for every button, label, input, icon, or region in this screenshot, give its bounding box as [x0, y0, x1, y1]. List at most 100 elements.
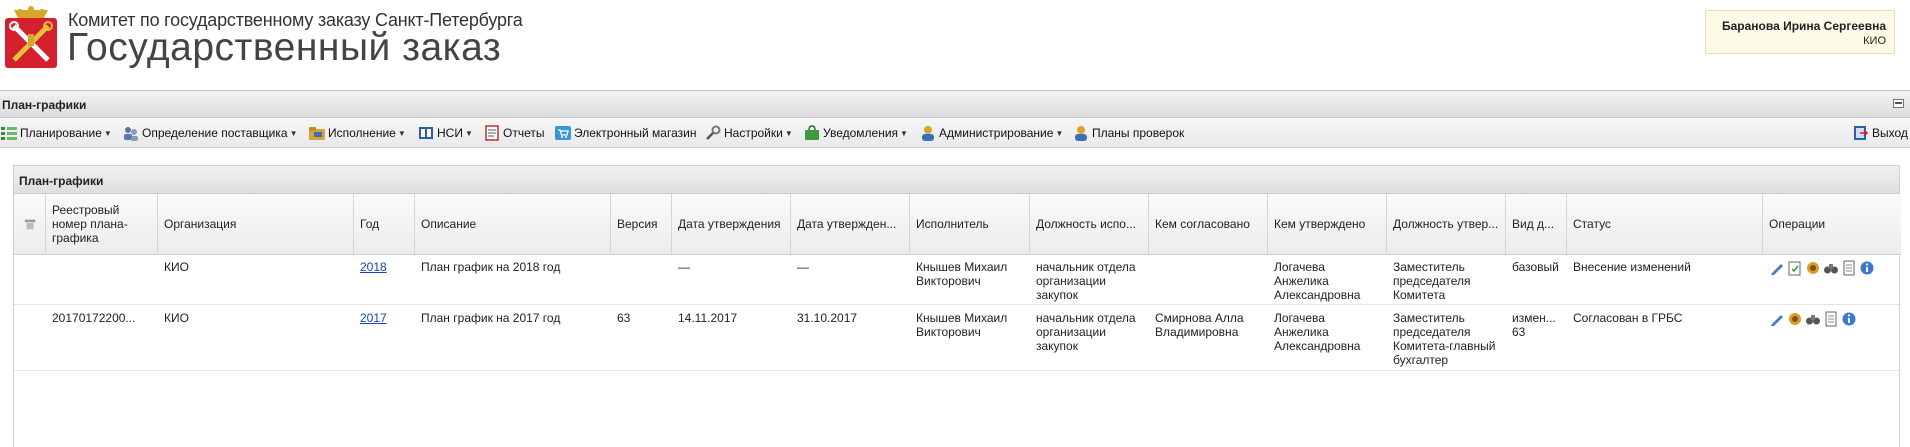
col-header-approval-date[interactable]: Дата утверждения [672, 194, 791, 254]
col-header-doc-type[interactable]: Вид д... [1506, 194, 1567, 254]
exit-door-icon [1854, 126, 1869, 140]
user-icon [922, 126, 934, 141]
menu-nsi-label: НСИ [437, 126, 463, 140]
cell-agreed-by: Смирнова Алла Владимировна [1155, 311, 1244, 339]
menu-supplier[interactable]: Определение поставщика ▼ [123, 123, 297, 143]
cell-doc-type: измен... 63 [1512, 311, 1556, 339]
menu-settings[interactable]: Настройки ▼ [705, 123, 793, 143]
execution-folder-icon [309, 127, 325, 140]
document-icon[interactable] [1841, 260, 1857, 276]
cell-description: План график на 2018 год [421, 260, 561, 274]
cell-year: 2017 [354, 305, 415, 370]
cell-executor-position: начальник отдела организации закупок [1036, 311, 1136, 353]
spb-coat-of-arms-icon [5, 6, 57, 68]
col-header-year[interactable]: Год [354, 194, 415, 254]
menu-execution[interactable]: Исполнение ▼ [309, 123, 406, 143]
shop-cart-icon [555, 126, 571, 140]
edit-pencil-icon[interactable] [1769, 311, 1785, 327]
chevron-down-icon: ▼ [289, 128, 298, 138]
col-header-agreed-by[interactable]: Кем согласовано [1149, 194, 1268, 254]
table-row[interactable]: КИО 2018 План график на 2018 год — — Кны… [14, 254, 1901, 305]
emblem-icon[interactable] [1787, 311, 1803, 327]
binoculars-icon[interactable] [1823, 260, 1839, 276]
menu-execution-label: Исполнение [328, 126, 396, 140]
cell-reg-number: 20170172200... [52, 311, 136, 325]
menu-reports-label: Отчеты [503, 126, 545, 140]
user-name: Баранова Ирина Сергеевна [1721, 19, 1886, 33]
app-title: Государственный заказ [67, 26, 502, 69]
menu-nsi[interactable]: НСИ ▼ [418, 123, 473, 143]
cell-version: 63 [617, 311, 631, 325]
document-check-icon[interactable] [1787, 260, 1803, 276]
col-header-executor[interactable]: Исполнитель [910, 194, 1030, 254]
menu-reports[interactable]: Отчеты [484, 123, 544, 143]
main-menu-toolbar: Планирование ▼ Определение поставщика ▼ Ис… [0, 118, 1910, 148]
cell-status: Внесение изменений [1573, 260, 1691, 274]
table-row[interactable]: 20170172200... КИО 2017 План график на 2… [14, 305, 1901, 371]
cell-approver-position: Заместитель председателя Комитета [1393, 260, 1471, 302]
cell-version [611, 254, 672, 304]
col-header-approver-position[interactable]: Должность утвер... [1387, 194, 1506, 254]
app-header: Комитет по государственному заказу Санкт… [0, 0, 1910, 88]
binoculars-icon[interactable] [1805, 311, 1821, 327]
cell-reg-number [46, 254, 158, 304]
cell-approved-by: Логачева Анжелика Александровна [1274, 260, 1361, 302]
col-header-description[interactable]: Описание [415, 194, 611, 254]
menu-eshop-label: Электронный магазин [574, 126, 697, 140]
menu-planning[interactable]: Планирование ▼ [1, 123, 112, 143]
menu-inspections[interactable]: Планы проверок [1073, 123, 1184, 143]
cell-year: 2018 [354, 254, 415, 304]
menu-admin-label: Администрирование [939, 126, 1054, 140]
col-header-version[interactable]: Версия [611, 194, 672, 254]
edit-pencil-icon[interactable] [1769, 260, 1785, 276]
col-header-status[interactable]: Статус [1567, 194, 1763, 254]
cell-executor: Кнышев Михаил Викторович [916, 260, 1008, 288]
supplier-people-icon [124, 127, 138, 141]
notification-bag-icon [805, 125, 819, 140]
menu-eshop[interactable]: Электронный магазин [555, 123, 696, 143]
grid-settings-cell[interactable] [14, 194, 46, 254]
menu-notifications-label: Уведомления [823, 126, 899, 140]
menu-inspections-label: Планы проверок [1092, 126, 1185, 140]
grid-title: План-графики [19, 174, 104, 188]
cell-operations [1763, 305, 1901, 370]
col-header-reg-number[interactable]: Реестровый номер плана-графика [46, 194, 158, 254]
document-icon[interactable] [1823, 311, 1839, 327]
cell-organization: КИО [164, 311, 189, 325]
cell-description: План график на 2017 год [421, 311, 561, 325]
emblem-icon[interactable] [1805, 260, 1821, 276]
cell-approver-position: Заместитель председателя Комитета-главны… [1393, 311, 1496, 367]
column-settings-icon [24, 219, 35, 230]
col-header-organization[interactable]: Организация [158, 194, 354, 254]
year-link[interactable]: 2018 [360, 260, 387, 274]
report-icon [485, 125, 499, 141]
col-header-approved-by[interactable]: Кем утверждено [1268, 194, 1387, 254]
cell-approval-date: 14.11.2017 [678, 311, 738, 325]
user-icon [1075, 126, 1087, 141]
year-link[interactable]: 2017 [360, 311, 387, 325]
info-icon[interactable] [1841, 311, 1857, 327]
col-header-approval-date-2[interactable]: Дата утвержден... [791, 194, 910, 254]
menu-admin[interactable]: Администрирование ▼ [920, 123, 1063, 143]
cell-executor: Кнышев Михаил Викторович [916, 311, 1008, 339]
grid-header-row: Реестровый номер плана-графика Организац… [14, 194, 1901, 255]
plan-schedules-panel: План-графики Реестровый номер плана-граф… [13, 165, 1901, 447]
cell-approval-date-2: — [797, 260, 809, 274]
chevron-down-icon: ▼ [1055, 128, 1064, 138]
info-icon[interactable] [1859, 260, 1875, 276]
user-info-box[interactable]: Баранова Ирина Сергеевна КИО [1705, 10, 1895, 54]
exit-button[interactable]: Выход [1853, 123, 1908, 143]
cell-approved-by: Логачева Анжелика Александровна [1274, 311, 1361, 353]
menu-settings-label: Настройки [724, 126, 783, 140]
book-icon [419, 127, 433, 139]
wrench-icon [706, 125, 721, 140]
menu-supplier-label: Определение поставщика [142, 126, 288, 140]
col-header-executor-position[interactable]: Должность испо... [1030, 194, 1149, 254]
collapse-button[interactable] [1893, 99, 1904, 108]
panel-title: План-графики [2, 98, 87, 112]
col-header-operations[interactable]: Операции [1763, 194, 1901, 254]
cell-executor-position: начальник отдела организации закупок [1036, 260, 1136, 302]
panel-header: План-графики [0, 90, 1910, 118]
menu-notifications[interactable]: Уведомления ▼ [804, 123, 908, 143]
cell-approval-date: — [678, 260, 690, 274]
